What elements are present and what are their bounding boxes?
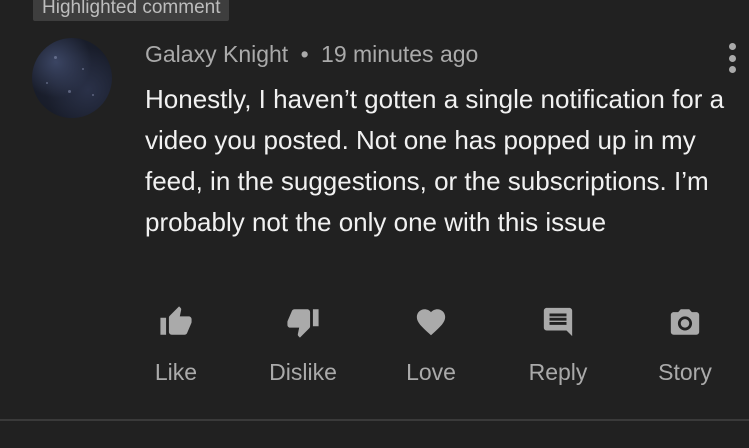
comment-actions: Like Dislike Love Reply Story bbox=[0, 305, 749, 405]
thumbs-down-icon bbox=[286, 305, 320, 339]
more-vertical-icon[interactable] bbox=[722, 43, 742, 73]
story-label: Story bbox=[658, 359, 712, 385]
camera-icon bbox=[668, 305, 702, 339]
story-button[interactable]: Story bbox=[625, 305, 745, 395]
like-label: Like bbox=[154, 359, 198, 385]
reply-label: Reply bbox=[528, 359, 588, 385]
comment-text: Honestly, I haven’t gotten a single noti… bbox=[145, 84, 725, 237]
love-label: Love bbox=[406, 359, 456, 385]
reply-comment-icon bbox=[541, 305, 575, 339]
dislike-label: Dislike bbox=[269, 359, 337, 385]
comment-meta: Galaxy Knight • 19 minutes ago bbox=[145, 41, 478, 68]
author-avatar[interactable] bbox=[32, 38, 112, 118]
like-button[interactable]: Like bbox=[116, 305, 236, 395]
dislike-button[interactable]: Dislike bbox=[243, 305, 363, 395]
author-name[interactable]: Galaxy Knight bbox=[145, 41, 288, 67]
thumbs-up-icon bbox=[159, 305, 193, 339]
reply-button[interactable]: Reply bbox=[498, 305, 618, 395]
highlighted-comment-badge: Highlighted comment bbox=[33, 0, 230, 21]
divider bbox=[0, 419, 749, 421]
love-button[interactable]: Love bbox=[371, 305, 491, 395]
meta-separator: • bbox=[300, 41, 309, 67]
heart-icon bbox=[414, 305, 448, 339]
comment-timestamp: 19 minutes ago bbox=[321, 41, 479, 67]
